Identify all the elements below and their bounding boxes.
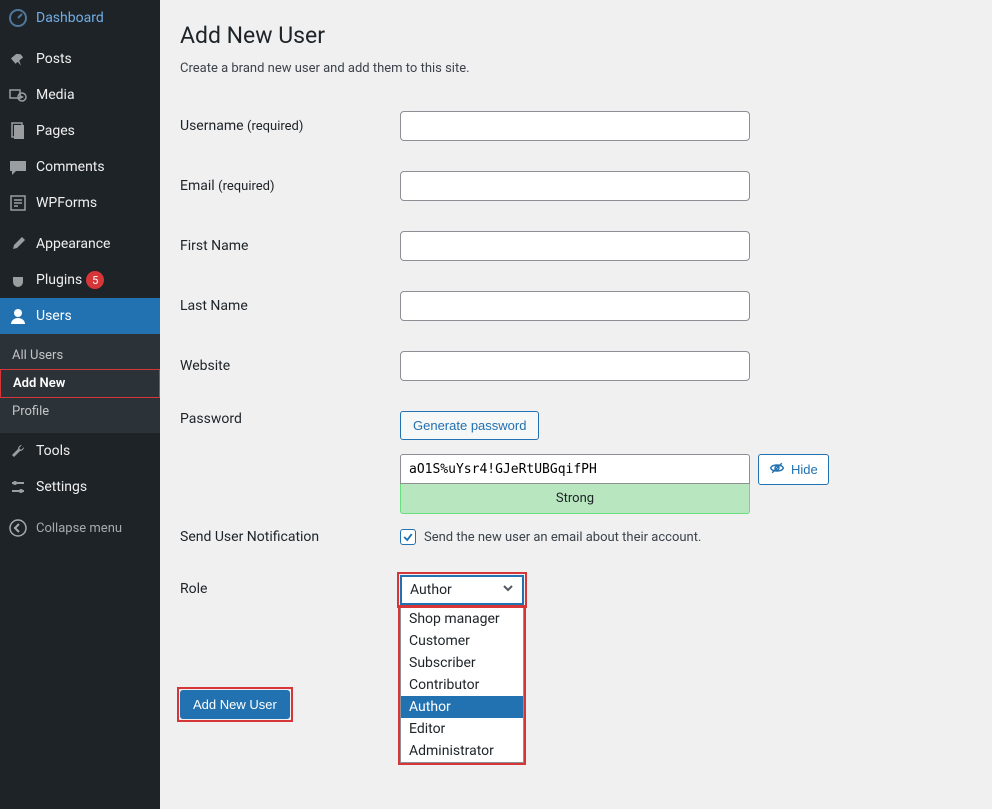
comments-icon	[8, 157, 28, 177]
dashboard-icon	[8, 8, 28, 28]
sidebar-item-settings[interactable]: Settings	[0, 469, 160, 505]
collapse-icon	[8, 518, 28, 538]
sidebar-item-appearance[interactable]: Appearance	[0, 226, 160, 262]
email-input[interactable]	[400, 171, 750, 201]
page-title: Add New User	[180, 22, 972, 49]
sidebar-item-media[interactable]: Media	[0, 77, 160, 113]
sidebar-item-posts[interactable]: Posts	[0, 41, 160, 77]
password-strength: Strong	[400, 484, 750, 514]
submenu-add-new[interactable]: Add New	[0, 369, 160, 398]
role-option-shop-manager[interactable]: Shop manager	[401, 608, 523, 630]
sidebar-item-tools[interactable]: Tools	[0, 433, 160, 469]
collapse-menu[interactable]: Collapse menu	[0, 510, 160, 546]
label-role: Role	[180, 575, 400, 597]
role-dropdown: Shop manager Customer Subscriber Contrib…	[400, 607, 524, 763]
row-lastname: Last Name	[180, 276, 972, 336]
tools-icon	[8, 441, 28, 461]
pages-icon	[8, 121, 28, 141]
label-email: Email (required)	[180, 178, 400, 194]
generate-password-button[interactable]: Generate password	[400, 411, 539, 440]
settings-icon	[8, 477, 28, 497]
pin-icon	[8, 49, 28, 69]
sidebar-label: Dashboard	[36, 10, 104, 26]
users-submenu: All Users Add New Profile	[0, 334, 160, 433]
label-firstname: First Name	[180, 238, 400, 254]
sidebar-label: Pages	[36, 123, 75, 139]
brush-icon	[8, 234, 28, 254]
sidebar-item-comments[interactable]: Comments	[0, 149, 160, 185]
row-website: Website	[180, 336, 972, 396]
label-website: Website	[180, 358, 400, 374]
label-username: Username (required)	[180, 118, 400, 134]
sidebar-label: Tools	[36, 443, 70, 459]
password-input[interactable]	[400, 454, 750, 484]
hide-label: Hide	[791, 462, 818, 477]
sidebar-label: WPForms	[36, 195, 97, 211]
role-option-administrator[interactable]: Administrator	[401, 740, 523, 762]
submenu-profile[interactable]: Profile	[0, 398, 160, 425]
chevron-down-icon	[500, 580, 516, 600]
eye-off-icon	[769, 460, 785, 479]
sidebar-label: Posts	[36, 51, 72, 67]
sidebar-label: Users	[36, 308, 72, 324]
sidebar-item-users[interactable]: Users	[0, 298, 160, 334]
sidebar-item-plugins[interactable]: Plugins 5	[0, 262, 160, 298]
row-role: Role Author Shop manager Customer Subscr…	[180, 560, 972, 778]
admin-sidebar: Dashboard Posts Media Pages Comments WPF…	[0, 0, 160, 809]
username-input[interactable]	[400, 111, 750, 141]
sidebar-label: Media	[36, 87, 75, 103]
notification-checkbox[interactable]	[400, 529, 416, 545]
row-username: Username (required)	[180, 96, 972, 156]
label-notification: Send User Notification	[180, 529, 400, 545]
notification-text: Send the new user an email about their a…	[424, 530, 701, 545]
row-password-value: Strong Hide	[400, 454, 972, 514]
sidebar-label: Plugins	[36, 272, 82, 288]
firstname-input[interactable]	[400, 231, 750, 261]
label-password: Password	[180, 411, 400, 427]
user-icon	[8, 306, 28, 326]
row-password: Password Generate password	[180, 396, 972, 440]
collapse-label: Collapse menu	[36, 521, 122, 536]
role-option-editor[interactable]: Editor	[401, 718, 523, 740]
submenu-all-users[interactable]: All Users	[0, 342, 160, 369]
row-firstname: First Name	[180, 216, 972, 276]
wpforms-icon	[8, 193, 28, 213]
role-select[interactable]: Author	[400, 575, 524, 605]
label-lastname: Last Name	[180, 298, 400, 314]
sidebar-label: Comments	[36, 159, 105, 175]
sidebar-label: Settings	[36, 479, 87, 495]
row-email: Email (required)	[180, 156, 972, 216]
sidebar-label: Appearance	[36, 236, 110, 252]
role-selected: Author	[410, 582, 452, 598]
update-badge: 5	[86, 271, 104, 289]
main-content: Add New User Create a brand new user and…	[160, 0, 992, 809]
hide-password-button[interactable]: Hide	[758, 454, 829, 485]
role-option-subscriber[interactable]: Subscriber	[401, 652, 523, 674]
page-description: Create a brand new user and add them to …	[180, 61, 972, 76]
sidebar-item-pages[interactable]: Pages	[0, 113, 160, 149]
website-input[interactable]	[400, 351, 750, 381]
sidebar-item-wpforms[interactable]: WPForms	[0, 185, 160, 221]
role-option-author[interactable]: Author	[401, 696, 523, 718]
role-option-contributor[interactable]: Contributor	[401, 674, 523, 696]
add-new-user-button[interactable]: Add New User	[180, 690, 290, 719]
lastname-input[interactable]	[400, 291, 750, 321]
row-notification: Send User Notification Send the new user…	[180, 514, 972, 560]
role-option-customer[interactable]: Customer	[401, 630, 523, 652]
media-icon	[8, 85, 28, 105]
sidebar-item-dashboard[interactable]: Dashboard	[0, 0, 160, 36]
plugin-icon	[8, 270, 28, 290]
